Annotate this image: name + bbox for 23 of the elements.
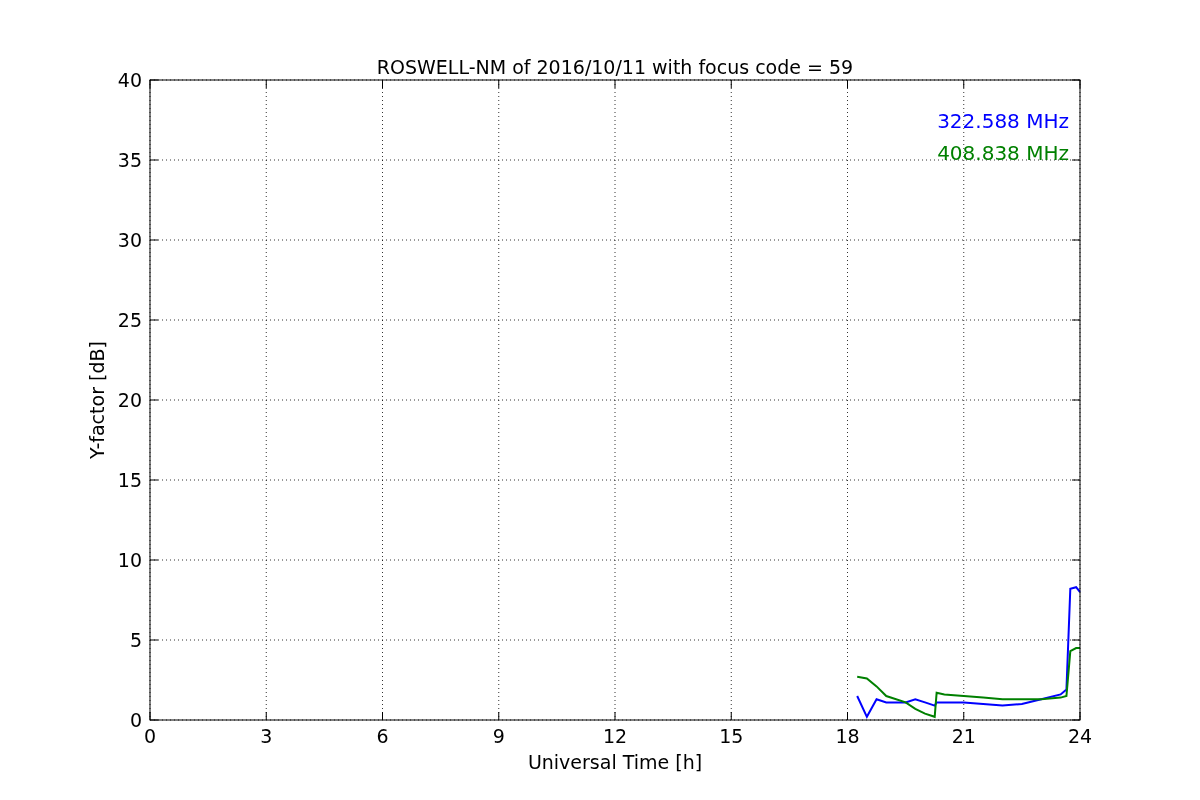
axis-label: Y-factor [dB] <box>86 341 108 459</box>
tick-label: 5 <box>129 629 142 651</box>
tick-label: 9 <box>492 725 505 747</box>
tick-label: 6 <box>376 725 389 747</box>
tick-label: 3 <box>260 725 273 747</box>
tick-label: 0 <box>143 725 157 747</box>
tick-label: 20 <box>117 389 142 411</box>
tick-label: 21 <box>951 725 976 747</box>
tick-label: 0 <box>129 709 142 731</box>
tick-label: 15 <box>719 725 744 747</box>
tick-label: 12 <box>602 725 628 747</box>
tick-label: 24 <box>1067 725 1093 747</box>
tick-label: 30 <box>117 229 142 251</box>
tick-label: 35 <box>117 149 142 171</box>
tick-label: 10 <box>117 549 142 571</box>
tick-label: 25 <box>117 309 142 331</box>
tick-label: 40 <box>117 69 142 91</box>
legend-label: 408.838 MHz <box>937 141 1069 165</box>
legend-label: 322.588 MHz <box>937 109 1069 133</box>
tick-label: 15 <box>117 469 142 491</box>
chart-title: ROSWELL-NM of 2016/10/11 with focus code = 59 <box>376 56 854 78</box>
tick-label: 18 <box>835 725 860 747</box>
axis-label: Universal Time [h] <box>527 751 703 773</box>
